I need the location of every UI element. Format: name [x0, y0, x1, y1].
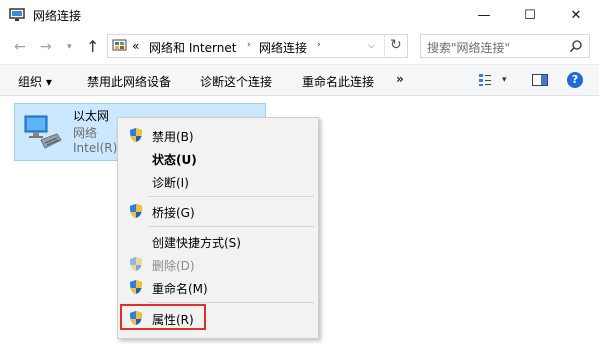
disable-device-button[interactable]: 禁用此网络设备	[87, 73, 171, 90]
menu-separator	[148, 226, 314, 227]
control-panel-icon	[112, 39, 127, 51]
breadcrumb-chevron-icon[interactable]: ›	[247, 40, 251, 50]
organize-menu-button[interactable]: 组织 ▾	[18, 73, 52, 90]
menu-item-label: 禁用(B)	[152, 130, 194, 144]
connections-list: 以太网 网络 Intel(R) 禁用(B) 状态(U) 诊断(I) 桥接(G) …	[0, 97, 599, 344]
diagnose-connection-button[interactable]: 诊断这个连接	[200, 73, 272, 90]
up-arrow-icon[interactable]: ↑	[86, 37, 99, 56]
menu-item-label: 重命名(M)	[152, 282, 208, 296]
menu-item-label: 删除(D)	[152, 259, 195, 273]
title-bar: 网络连接 — ☐ ✕	[0, 0, 599, 30]
address-bar[interactable]: « 网络和 Internet › 网络连接 › ⌵ ↻	[107, 34, 408, 58]
properties-highlight-box	[120, 304, 206, 330]
connection-name: 以太网	[73, 109, 110, 123]
navigation-row: ← → ▾ ↑ « 网络和 Internet › 网络连接 › ⌵ ↻ 搜索"网…	[0, 30, 599, 64]
ethernet-adapter-icon	[24, 115, 62, 149]
menu-item-label: 桥接(G)	[152, 206, 195, 220]
address-dropdown-icon[interactable]: ⌵	[368, 41, 375, 51]
close-button[interactable]: ✕	[553, 0, 599, 30]
uac-shield-icon	[130, 257, 142, 271]
menu-item-label: 诊断(I)	[152, 176, 189, 190]
context-menu: 禁用(B) 状态(U) 诊断(I) 桥接(G) 创建快捷方式(S) 删除(D) …	[117, 117, 319, 339]
preview-pane-icon[interactable]	[532, 74, 548, 86]
close-icon: ✕	[570, 7, 582, 23]
search-placeholder: 搜索"网络连接"	[427, 41, 511, 55]
search-icon[interactable]	[569, 39, 583, 53]
maximize-button[interactable]: ☐	[507, 0, 553, 30]
menu-item-label: 创建快捷方式(S)	[152, 236, 241, 250]
maximize-icon: ☐	[524, 7, 536, 23]
minimize-button[interactable]: —	[461, 0, 507, 30]
connection-device: Intel(R)	[73, 141, 118, 155]
rename-connection-button[interactable]: 重命名此连接	[302, 73, 374, 90]
menu-separator	[148, 196, 314, 197]
minimize-icon: —	[477, 7, 491, 23]
menu-item-bridge[interactable]: 桥接(G)	[118, 200, 318, 222]
search-box[interactable]: 搜索"网络连接"	[420, 34, 590, 58]
help-icon[interactable]: ?	[567, 72, 583, 88]
breadcrumb-chevron-icon[interactable]: ›	[317, 40, 321, 50]
menu-separator	[148, 302, 314, 303]
uac-shield-icon	[130, 280, 142, 294]
view-options-chevron-icon[interactable]: ▾	[502, 75, 507, 85]
more-commands-icon[interactable]: »	[396, 72, 404, 86]
connection-status: 网络	[73, 126, 98, 140]
address-overflow-icon[interactable]: «	[132, 39, 139, 53]
menu-item-status[interactable]: 状态(U)	[118, 147, 318, 169]
menu-item-label: 状态(U)	[152, 153, 197, 167]
menu-item-diagnose[interactable]: 诊断(I)	[118, 170, 318, 192]
command-bar: 组织 ▾ 禁用此网络设备 诊断这个连接 重命名此连接 » ▾ ?	[0, 64, 599, 96]
uac-shield-icon	[130, 128, 142, 142]
change-view-icon[interactable]	[478, 73, 492, 87]
menu-item-delete: 删除(D)	[118, 253, 318, 275]
menu-item-disable[interactable]: 禁用(B)	[118, 124, 318, 146]
window-title: 网络连接	[33, 9, 82, 23]
refresh-icon[interactable]: ↻	[390, 37, 402, 53]
breadcrumb-network-connections[interactable]: 网络连接	[259, 39, 307, 56]
breadcrumb-network-internet[interactable]: 网络和 Internet	[149, 39, 236, 56]
address-divider	[384, 35, 385, 57]
back-arrow-icon[interactable]: ←	[14, 39, 26, 55]
forward-arrow-icon[interactable]: →	[40, 39, 52, 55]
recent-locations-chevron-icon[interactable]: ▾	[67, 42, 72, 52]
network-connections-app-icon	[9, 8, 25, 21]
menu-item-create-shortcut[interactable]: 创建快捷方式(S)	[118, 230, 318, 252]
menu-item-rename[interactable]: 重命名(M)	[118, 276, 318, 298]
uac-shield-icon	[130, 204, 142, 218]
